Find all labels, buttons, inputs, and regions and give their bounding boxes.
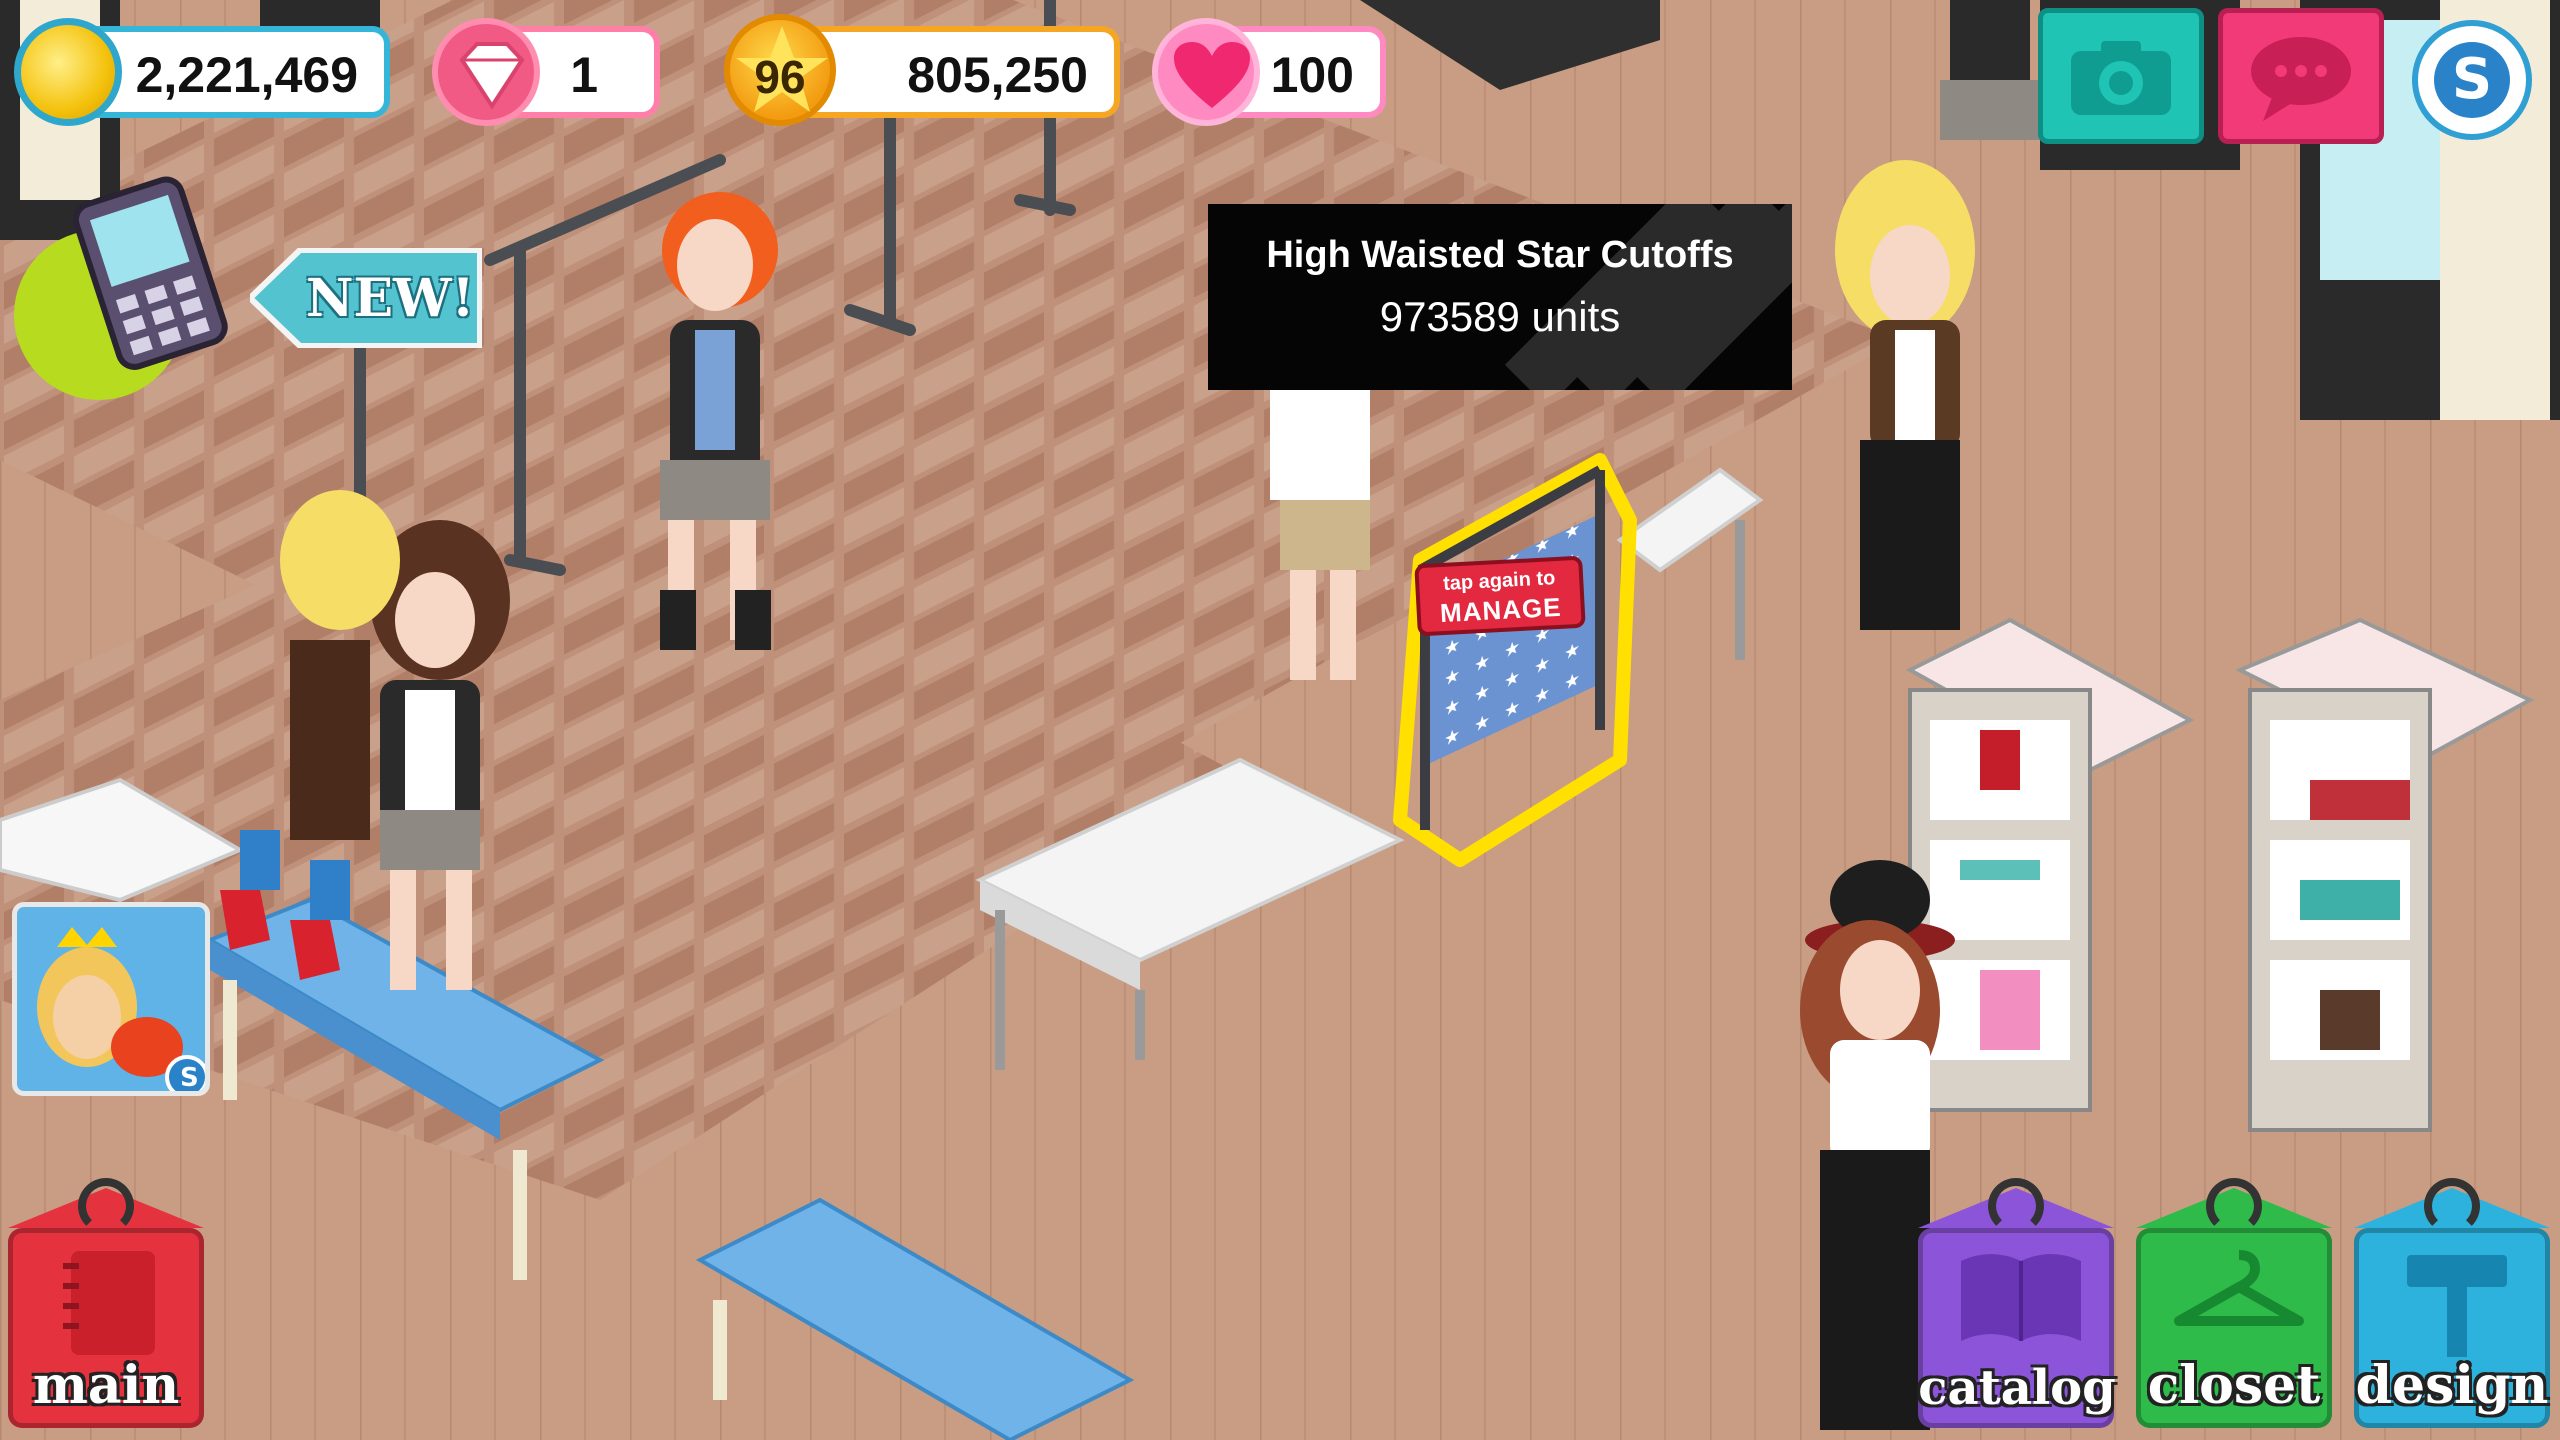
coin-icon [14, 18, 122, 126]
manage-hint-line2: MANAGE [1439, 591, 1563, 629]
s-menu-button[interactable]: S [2412, 20, 2532, 140]
tag-hook-icon [2206, 1178, 2262, 1234]
heart-icon [1152, 18, 1260, 126]
phone-button[interactable] [14, 170, 228, 400]
svg-text:S: S [180, 1063, 199, 1091]
book-icon [1961, 1254, 2081, 1341]
item-units: 973589 units [1379, 293, 1621, 340]
catalog-tag-button[interactable]: catalog [1918, 1178, 2116, 1428]
camera-icon [2071, 41, 2171, 115]
item-name: High Waisted Star Cutoffs [1266, 234, 1734, 276]
coin-value: 2,221,469 [135, 47, 358, 103]
notebook-icon [63, 1251, 155, 1355]
tag-hook-icon [78, 1178, 134, 1234]
new-sign[interactable]: NEW! [250, 248, 482, 348]
design-tag-button[interactable]: design [2354, 1178, 2550, 1428]
closet-tag-button[interactable]: closet [2136, 1178, 2332, 1428]
item-tooltip: High Waisted Star Cutoffs 973589 units [1208, 204, 1792, 390]
game-ad-icon: S [17, 907, 205, 1091]
star-icon: 96 [724, 14, 836, 126]
main-tag-button[interactable]: main [8, 1178, 204, 1428]
tag-hook-icon [2424, 1178, 2480, 1234]
camera-button[interactable] [2038, 8, 2204, 144]
level-value: 96 [754, 51, 806, 103]
design-label: design [2355, 1355, 2549, 1416]
hanger-icon [2174, 1250, 2304, 1326]
main-label: main [32, 1355, 180, 1416]
catalog-label: catalog [1918, 1360, 2116, 1416]
hammer-icon [2407, 1255, 2507, 1357]
heart-value: 100 [1270, 47, 1354, 103]
closet-label: closet [2147, 1355, 2321, 1416]
diamond-icon [432, 18, 540, 126]
tag-hook-icon [1988, 1178, 2044, 1234]
phone-icon [72, 176, 228, 370]
new-label: NEW! [306, 268, 475, 329]
chat-button[interactable] [2218, 8, 2384, 144]
xp-value: 805,250 [907, 47, 1088, 103]
game-ad-button[interactable]: S [12, 902, 210, 1096]
xp-counter[interactable]: 805,250 [790, 26, 1120, 118]
chat-icon [2251, 37, 2351, 121]
gem-value: 1 [570, 47, 598, 103]
manage-rack-label[interactable]: tap again to MANAGE [1414, 555, 1586, 637]
s-logo-icon: S [2434, 42, 2510, 118]
